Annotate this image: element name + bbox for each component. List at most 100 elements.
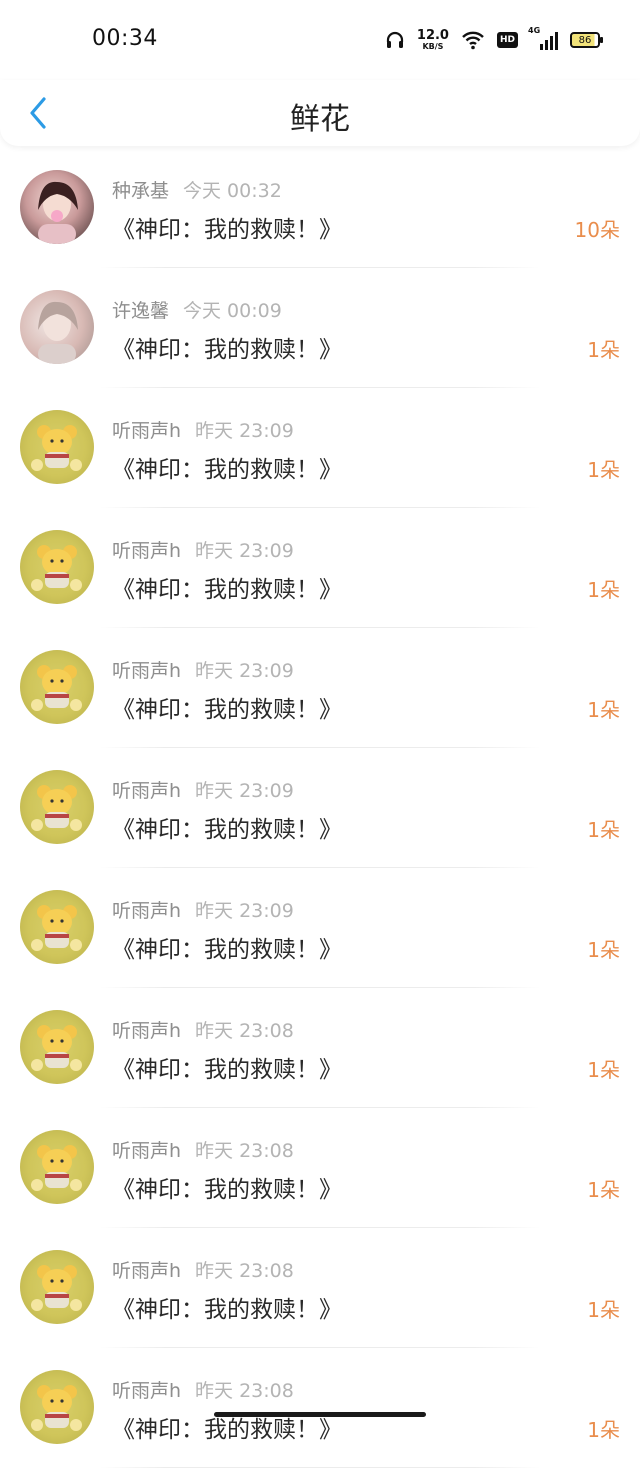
list-item[interactable]: 听雨声h 昨天 23:09 《神印：我的救赎！》 1朵 — [0, 868, 640, 988]
sent-time: 昨天 23:09 — [195, 540, 294, 562]
bear-avatar-icon — [31, 665, 82, 711]
avatar[interactable] — [20, 290, 94, 364]
flower-count: 1朵 — [587, 1298, 620, 1322]
list-item[interactable]: 听雨声h 昨天 23:09 《神印：我的救赎！》 1朵 — [0, 388, 640, 508]
battery-level: 86 — [578, 34, 592, 46]
sender-name[interactable]: 听雨声h — [112, 900, 181, 922]
avatar[interactable] — [20, 650, 94, 724]
sender-line: 听雨声h 昨天 23:09 — [112, 536, 294, 563]
bear-avatar-icon — [31, 545, 82, 591]
sender-line: 听雨声h 昨天 23:09 — [112, 896, 294, 923]
person-avatar-icon — [38, 181, 78, 244]
bear-avatar-icon — [31, 425, 82, 471]
work-title[interactable]: 《神印：我的救赎！》 — [112, 1290, 342, 1324]
list-item[interactable]: 听雨声h 昨天 23:08 《神印：我的救赎！》 1朵 — [0, 1228, 640, 1348]
list-item[interactable]: 听雨声h 昨天 23:09 《神印：我的救赎！》 1朵 — [0, 628, 640, 748]
flower-list: 种承基 今天 00:32 《神印：我的救赎！》 10朵许逸馨 今天 00:09 《神印：我… — [0, 148, 640, 1468]
signal-bar — [555, 32, 558, 50]
flower-count: 1朵 — [587, 698, 620, 722]
work-title[interactable]: 《神印：我的救赎！》 — [112, 450, 342, 484]
battery-icon: 86 — [570, 32, 603, 48]
flower-count: 10朵 — [574, 218, 620, 242]
list-item[interactable]: 听雨声h 昨天 23:08 《神印：我的救赎！》 1朵 — [0, 1108, 640, 1228]
flower-count: 1朵 — [587, 1178, 620, 1202]
sender-name[interactable]: 许逸馨 — [112, 300, 169, 322]
sender-name[interactable]: 种承基 — [112, 180, 169, 202]
work-title[interactable]: 《神印：我的救赎！》 — [112, 810, 342, 844]
bear-avatar-icon — [31, 1025, 82, 1071]
sent-time: 昨天 23:08 — [195, 1380, 294, 1402]
avatar[interactable] — [20, 890, 94, 964]
work-title[interactable]: 《神印：我的救赎！》 — [112, 330, 342, 364]
status-time: 00:34 — [92, 26, 158, 51]
person-avatar-icon — [38, 301, 78, 364]
flower-count: 1朵 — [587, 1418, 620, 1442]
list-item[interactable]: 许逸馨 今天 00:09 《神印：我的救赎！》 1朵 — [0, 268, 640, 388]
list-item[interactable]: 种承基 今天 00:32 《神印：我的救赎！》 10朵 — [0, 148, 640, 268]
avatar[interactable] — [20, 1130, 94, 1204]
sender-line: 听雨声h 昨天 23:08 — [112, 1136, 294, 1163]
work-title[interactable]: 《神印：我的救赎！》 — [112, 690, 342, 724]
status-bar: 00:34 12.0 KB/S HD 4G 86 — [0, 0, 640, 80]
sender-line: 许逸馨 今天 00:09 — [112, 296, 282, 323]
sender-name[interactable]: 听雨声h — [112, 1380, 181, 1402]
sent-time: 昨天 23:09 — [195, 660, 294, 682]
bear-avatar-icon — [31, 1385, 82, 1431]
sender-line: 听雨声h 昨天 23:08 — [112, 1376, 294, 1403]
sender-name[interactable]: 听雨声h — [112, 420, 181, 442]
avatar[interactable] — [20, 1250, 94, 1324]
sender-name[interactable]: 听雨声h — [112, 1020, 181, 1042]
list-item[interactable]: 听雨声h 昨天 23:09 《神印：我的救赎！》 1朵 — [0, 748, 640, 868]
list-item[interactable]: 听雨声h 昨天 23:08 《神印：我的救赎！》 1朵 — [0, 988, 640, 1108]
flower-count: 1朵 — [587, 1058, 620, 1082]
sender-name[interactable]: 听雨声h — [112, 660, 181, 682]
bear-avatar-icon — [31, 1145, 82, 1191]
sent-time: 昨天 23:09 — [195, 420, 294, 442]
signal-bar — [540, 44, 543, 50]
sent-time: 今天 00:09 — [183, 300, 282, 322]
signal-label: 4G — [528, 26, 541, 35]
avatar[interactable] — [20, 1370, 94, 1444]
sent-time: 昨天 23:09 — [195, 780, 294, 802]
list-item[interactable]: 听雨声h 昨天 23:09 《神印：我的救赎！》 1朵 — [0, 508, 640, 628]
avatar[interactable] — [20, 1010, 94, 1084]
avatar[interactable] — [20, 170, 94, 244]
nav-header: 鲜花 — [0, 80, 640, 146]
sent-time: 昨天 23:08 — [195, 1140, 294, 1162]
sender-line: 听雨声h 昨天 23:08 — [112, 1256, 294, 1283]
sender-name[interactable]: 听雨声h — [112, 1260, 181, 1282]
status-icons: 12.0 KB/S HD 4G 86 — [385, 26, 603, 54]
bear-avatar-icon — [31, 785, 82, 831]
work-title[interactable]: 《神印：我的救赎！》 — [112, 210, 342, 244]
sent-time: 今天 00:32 — [183, 180, 282, 202]
list-item[interactable]: 听雨声h 昨天 23:08 《神印：我的救赎！》 1朵 — [0, 1348, 640, 1468]
headphones-icon — [386, 31, 404, 48]
work-title[interactable]: 《神印：我的救赎！》 — [112, 1170, 342, 1204]
sender-name[interactable]: 听雨声h — [112, 1140, 181, 1162]
cell-signal-icon: 4G — [528, 26, 558, 50]
work-title[interactable]: 《神印：我的救赎！》 — [112, 930, 342, 964]
work-title[interactable]: 《神印：我的救赎！》 — [112, 570, 342, 604]
sender-name[interactable]: 听雨声h — [112, 780, 181, 802]
home-indicator[interactable] — [214, 1412, 426, 1417]
sent-time: 昨天 23:08 — [195, 1020, 294, 1042]
net-speed: 12.0 KB/S — [417, 29, 449, 52]
bear-avatar-icon — [31, 905, 82, 951]
signal-bar — [545, 40, 548, 50]
sent-time: 昨天 23:08 — [195, 1260, 294, 1282]
avatar[interactable] — [20, 530, 94, 604]
sender-name[interactable]: 听雨声h — [112, 540, 181, 562]
page-title: 鲜花 — [290, 102, 350, 137]
signal-bar — [550, 36, 553, 50]
work-title[interactable]: 《神印：我的救赎！》 — [112, 1050, 342, 1084]
sender-line: 听雨声h 昨天 23:09 — [112, 776, 294, 803]
sender-line: 种承基 今天 00:32 — [112, 176, 282, 203]
avatar[interactable] — [20, 410, 94, 484]
sender-line: 听雨声h 昨天 23:09 — [112, 416, 294, 443]
avatar[interactable] — [20, 770, 94, 844]
bear-avatar-icon — [31, 1265, 82, 1311]
net-speed-unit: KB/S — [422, 41, 444, 51]
flower-count: 1朵 — [587, 458, 620, 482]
sender-line: 听雨声h 昨天 23:08 — [112, 1016, 294, 1043]
flower-count: 1朵 — [587, 338, 620, 362]
